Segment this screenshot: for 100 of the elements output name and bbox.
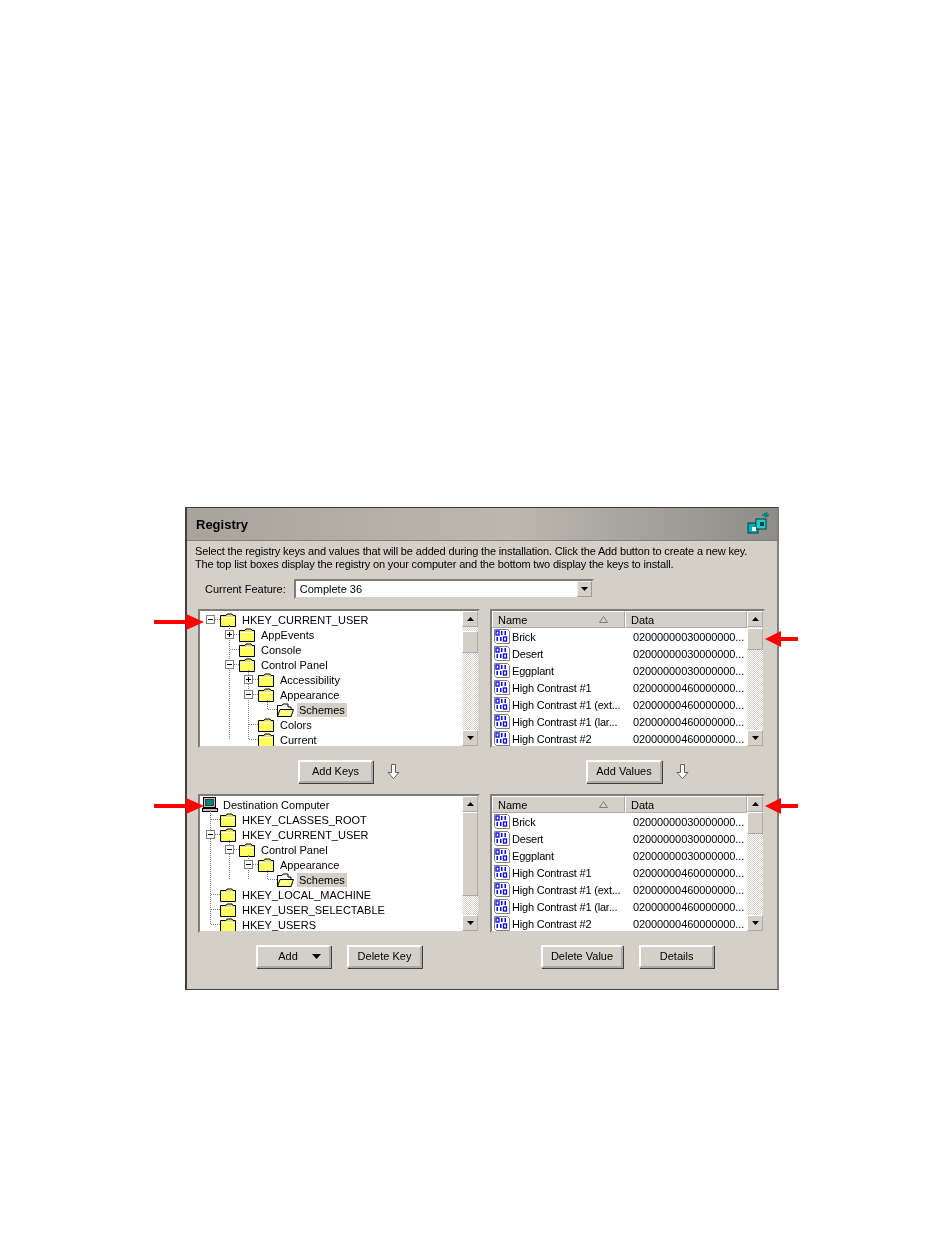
value-name[interactable]: Brick bbox=[512, 815, 536, 828]
column-header[interactable]: Name bbox=[492, 611, 625, 628]
tree-item[interactable]: HKEY_LOCAL_MACHINE bbox=[240, 887, 373, 902]
up-arrow-icon bbox=[466, 617, 474, 621]
dialog-button[interactable]: Delete Value bbox=[540, 944, 624, 968]
tree-item[interactable]: Destination Computer bbox=[221, 797, 332, 812]
value-name[interactable]: High Contrast #1 bbox=[512, 866, 592, 879]
callout-arrow bbox=[765, 630, 798, 648]
collapse-toggle[interactable] bbox=[206, 615, 215, 624]
tree-item[interactable]: Accessibility bbox=[278, 672, 342, 687]
scroll-up-button[interactable] bbox=[747, 611, 763, 627]
value-name[interactable]: High Contrast #1 (lar... bbox=[512, 900, 618, 913]
collapse-toggle[interactable] bbox=[244, 860, 253, 869]
description-text: Select the registry keys and values that will be added during the installation. Click the Add button to create a new key. The top list boxes display the registry on your computer and the bottom two display the keys to install. bbox=[195, 545, 749, 571]
field-label: Current Feature: bbox=[205, 583, 286, 595]
up-arrow-icon bbox=[466, 802, 474, 806]
value-name[interactable]: High Contrast #2 bbox=[512, 732, 592, 745]
value-name[interactable]: High Contrast #2 bbox=[512, 917, 592, 930]
scrollbar[interactable] bbox=[747, 796, 763, 931]
folder-icon bbox=[258, 687, 275, 702]
collapse-toggle[interactable] bbox=[206, 830, 215, 839]
open-folder-icon bbox=[277, 702, 294, 717]
dialog-button[interactable]: Details bbox=[639, 944, 715, 968]
tree-item[interactable]: HKEY_CLASSES_ROOT bbox=[240, 812, 369, 827]
value-name[interactable]: Eggplant bbox=[512, 849, 554, 862]
folder-icon bbox=[220, 827, 237, 842]
value-name[interactable]: Desert bbox=[512, 832, 544, 845]
value-name[interactable]: High Contrast #1 (lar... bbox=[512, 715, 618, 728]
binary-value-icon bbox=[494, 697, 510, 712]
scroll-down-button[interactable] bbox=[747, 915, 763, 931]
collapse-toggle[interactable] bbox=[225, 845, 234, 854]
tree-item[interactable]: AppEvents bbox=[259, 627, 317, 642]
value-name[interactable]: High Contrast #1 bbox=[512, 681, 592, 694]
value-name[interactable]: Brick bbox=[512, 630, 536, 643]
value-data: 02000000460000000... bbox=[633, 917, 745, 930]
folder-icon bbox=[239, 642, 256, 657]
tree-item[interactable]: Current bbox=[278, 732, 319, 746]
tree-item[interactable]: HKEY_CURRENT_USER bbox=[240, 612, 371, 627]
add-dropdown-button[interactable]: Add bbox=[256, 944, 331, 968]
scrollbar-thumb[interactable] bbox=[747, 812, 763, 834]
value-name[interactable]: High Contrast #1 (ext... bbox=[512, 883, 621, 896]
value-data: 02000000460000000... bbox=[633, 698, 745, 711]
scroll-up-button[interactable] bbox=[462, 796, 478, 812]
tree-item[interactable]: HKEY_USERS bbox=[240, 917, 318, 931]
scroll-down-button[interactable] bbox=[747, 730, 763, 746]
scroll-up-button[interactable] bbox=[747, 796, 763, 812]
collapse-toggle[interactable] bbox=[244, 690, 253, 699]
tree-item[interactable]: Colors bbox=[278, 717, 314, 732]
value-data: 02000000460000000... bbox=[633, 866, 745, 879]
scrollbar[interactable] bbox=[747, 611, 763, 746]
tree-item[interactable]: Schemes bbox=[297, 872, 347, 887]
binary-value-icon bbox=[494, 646, 510, 661]
value-name[interactable]: High Contrast #1 (ext... bbox=[512, 698, 621, 711]
value-data: 02000000460000000... bbox=[633, 900, 745, 913]
tree-item[interactable]: Control Panel bbox=[259, 657, 330, 672]
scrollbar-thumb[interactable] bbox=[462, 631, 478, 653]
caret-icon bbox=[580, 587, 588, 591]
binary-value-icon bbox=[494, 899, 510, 914]
up-arrow-icon bbox=[751, 617, 759, 621]
scroll-down-button[interactable] bbox=[462, 730, 478, 746]
folder-icon bbox=[239, 657, 256, 672]
window-title: Registry bbox=[196, 516, 249, 532]
tree-item[interactable]: Console bbox=[259, 642, 304, 657]
down-arrow-icon bbox=[675, 763, 689, 779]
scroll-down-button[interactable] bbox=[462, 915, 478, 931]
down-arrow-icon bbox=[751, 736, 759, 740]
folder-icon bbox=[220, 612, 237, 627]
tree-item[interactable]: Appearance bbox=[278, 687, 342, 702]
scroll-up-button[interactable] bbox=[462, 611, 478, 627]
feature-dropdown[interactable]: Complete 36 bbox=[293, 579, 594, 599]
folder-icon bbox=[258, 672, 275, 687]
scrollbar[interactable] bbox=[462, 796, 478, 931]
scrollbar-thumb[interactable] bbox=[462, 812, 478, 896]
value-name[interactable]: Desert bbox=[512, 647, 544, 660]
collapse-toggle[interactable] bbox=[225, 660, 234, 669]
tree-item[interactable]: HKEY_CURRENT_USER bbox=[240, 827, 371, 842]
binary-value-icon bbox=[494, 865, 510, 880]
binary-value-icon bbox=[494, 848, 510, 863]
binary-value-icon bbox=[494, 629, 510, 644]
dialog-button[interactable]: Delete Key bbox=[347, 944, 422, 968]
column-header[interactable]: Data bbox=[625, 611, 747, 628]
scrollbar-thumb[interactable] bbox=[747, 628, 763, 650]
tree-item[interactable]: Schemes bbox=[297, 702, 347, 717]
expand-toggle[interactable] bbox=[225, 630, 234, 639]
value-data: 02000000030000000... bbox=[633, 664, 745, 677]
add-keys-button[interactable]: Add Keys bbox=[298, 759, 373, 783]
value-data: 02000000460000000... bbox=[633, 883, 745, 896]
tree-item[interactable]: HKEY_USER_SELECTABLE bbox=[240, 902, 387, 917]
tree-item[interactable]: Control Panel bbox=[259, 842, 330, 857]
cubes-icon bbox=[745, 511, 771, 537]
expand-toggle[interactable] bbox=[244, 675, 253, 684]
value-name[interactable]: Eggplant bbox=[512, 664, 554, 677]
scrollbar[interactable] bbox=[462, 611, 478, 746]
column-header[interactable]: Data bbox=[625, 796, 747, 813]
add-values-button[interactable]: Add Values bbox=[586, 759, 662, 783]
column-header[interactable]: Name bbox=[492, 796, 625, 813]
folder-icon bbox=[220, 887, 237, 902]
tree-item[interactable]: Appearance bbox=[278, 857, 342, 872]
callout-arrow bbox=[154, 797, 204, 815]
binary-value-icon bbox=[494, 663, 510, 678]
